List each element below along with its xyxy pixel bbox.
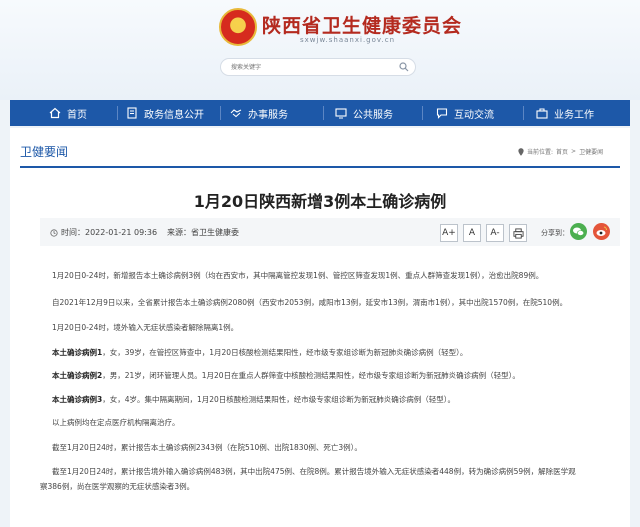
article-paragraph: 截至1月20日24时，累计报告本土确诊病例2343例（在院510例、出院1830… [52, 443, 362, 452]
monitor-icon [335, 108, 347, 119]
wechat-share-icon[interactable] [570, 223, 587, 240]
weibo-share-icon[interactable] [593, 223, 610, 240]
nav-label: 首页 [67, 109, 87, 121]
print-button[interactable] [509, 224, 527, 242]
site-title: 陕西省卫生健康委员会 [262, 15, 463, 37]
article-paragraph: 自2021年12月9日以来，全省累计报告本土确诊病例2080例（西安市2053例… [52, 298, 568, 307]
nav-divider [523, 106, 524, 120]
nav-divider [220, 106, 221, 120]
site-url: sxwjw.shaanxi.gov.cn [300, 36, 396, 44]
font-increase-button[interactable]: A+ [440, 224, 458, 242]
breadcrumb-current-link[interactable]: 卫健要闻 [579, 147, 603, 156]
article-title: 1月20日陕西新增3例本土确诊病例 [193, 192, 447, 211]
font-default-button[interactable]: A [463, 224, 481, 242]
nav-item-home[interactable]: 首页 [49, 100, 87, 126]
nav-label: 业务工作 [554, 109, 594, 121]
article-paragraph: 1月20日0-24时，境外输入无症状感染者解除隔离1例。 [52, 323, 239, 332]
printer-icon [512, 227, 524, 239]
search-input[interactable] [231, 61, 381, 73]
location-pin-icon [518, 147, 524, 156]
article-time: 时间：2022-01-21 09:36 [50, 227, 157, 238]
breadcrumb: 当前位置: 首页 > 卫健要闻 [518, 147, 606, 156]
chat-icon [436, 108, 448, 119]
section-title: 卫健要闻 [20, 145, 69, 159]
article-source: 来源：省卫生健康委 [167, 228, 239, 237]
national-emblem-logo: ★ [219, 8, 257, 46]
section-divider [20, 166, 620, 168]
site-header: ★ 陕西省卫生健康委员会 sxwjw.shaanxi.gov.cn [0, 0, 640, 100]
font-decrease-button[interactable]: A- [486, 224, 504, 242]
article-paragraph: 本土确诊病例3，女，4岁。集中隔离期间，1月20日核酸检测结果阳性，经市级专家组… [52, 395, 456, 404]
breadcrumb-prefix: 当前位置: [527, 149, 554, 156]
article-paragraph: 截至1月20日24时，累计报告境外输入确诊病例483例，其中出院475例、在院8… [52, 467, 576, 476]
article-paragraph-continued: 察386例，尚在医学观察的无症状感染者3例。 [40, 482, 195, 491]
article-time-text: 时间：2022-01-21 09:36 [61, 228, 158, 237]
briefcase-icon [536, 108, 548, 119]
nav-item-gov-info[interactable]: 政务信息公开 [126, 100, 204, 126]
nav-divider [117, 106, 118, 120]
nav-item-interaction[interactable]: 互动交流 [436, 100, 494, 126]
nav-item-services[interactable]: 办事服务 [230, 100, 288, 126]
share-label: 分享到： [541, 229, 569, 237]
document-icon [127, 107, 137, 119]
nav-label: 公共服务 [353, 109, 393, 121]
nav-divider [422, 106, 423, 120]
main-nav: 首页 政务信息公开 办事服务 公共服务 互动交流 业务工作 [10, 100, 630, 126]
search-box[interactable] [220, 58, 416, 76]
article-paragraph: 本土确诊病例2，男，21岁，闭环管理人员。1月20日在重点人群筛查中核酸检测结果… [52, 371, 520, 380]
article-meta-bar: 时间：2022-01-21 09:36 来源：省卫生健康委 A+ A A- 分享… [40, 218, 620, 246]
nav-divider [323, 106, 324, 120]
article-paragraph: 1月20日0-24时，新增报告本土确诊病例3例（均在西安市，其中隔离管控发现1例… [52, 271, 544, 280]
home-icon [49, 107, 61, 119]
article-paragraph: 以上病例均在定点医疗机构隔离治疗。 [52, 418, 180, 427]
nav-item-public-services[interactable]: 公共服务 [335, 100, 393, 126]
nav-item-business[interactable]: 业务工作 [536, 100, 594, 126]
clock-icon [50, 228, 58, 237]
nav-label: 办事服务 [248, 109, 288, 121]
breadcrumb-home-link[interactable]: 首页 [556, 147, 568, 156]
article-paragraph: 本土确诊病例1，女，39岁，在管控区筛查中，1月20日核酸检测结果阳性，经市级专… [52, 348, 468, 357]
nav-label: 互动交流 [454, 109, 494, 121]
nav-label: 政务信息公开 [144, 109, 204, 121]
breadcrumb-separator: > [571, 148, 577, 155]
search-icon[interactable] [399, 62, 409, 72]
handshake-icon [230, 109, 242, 118]
